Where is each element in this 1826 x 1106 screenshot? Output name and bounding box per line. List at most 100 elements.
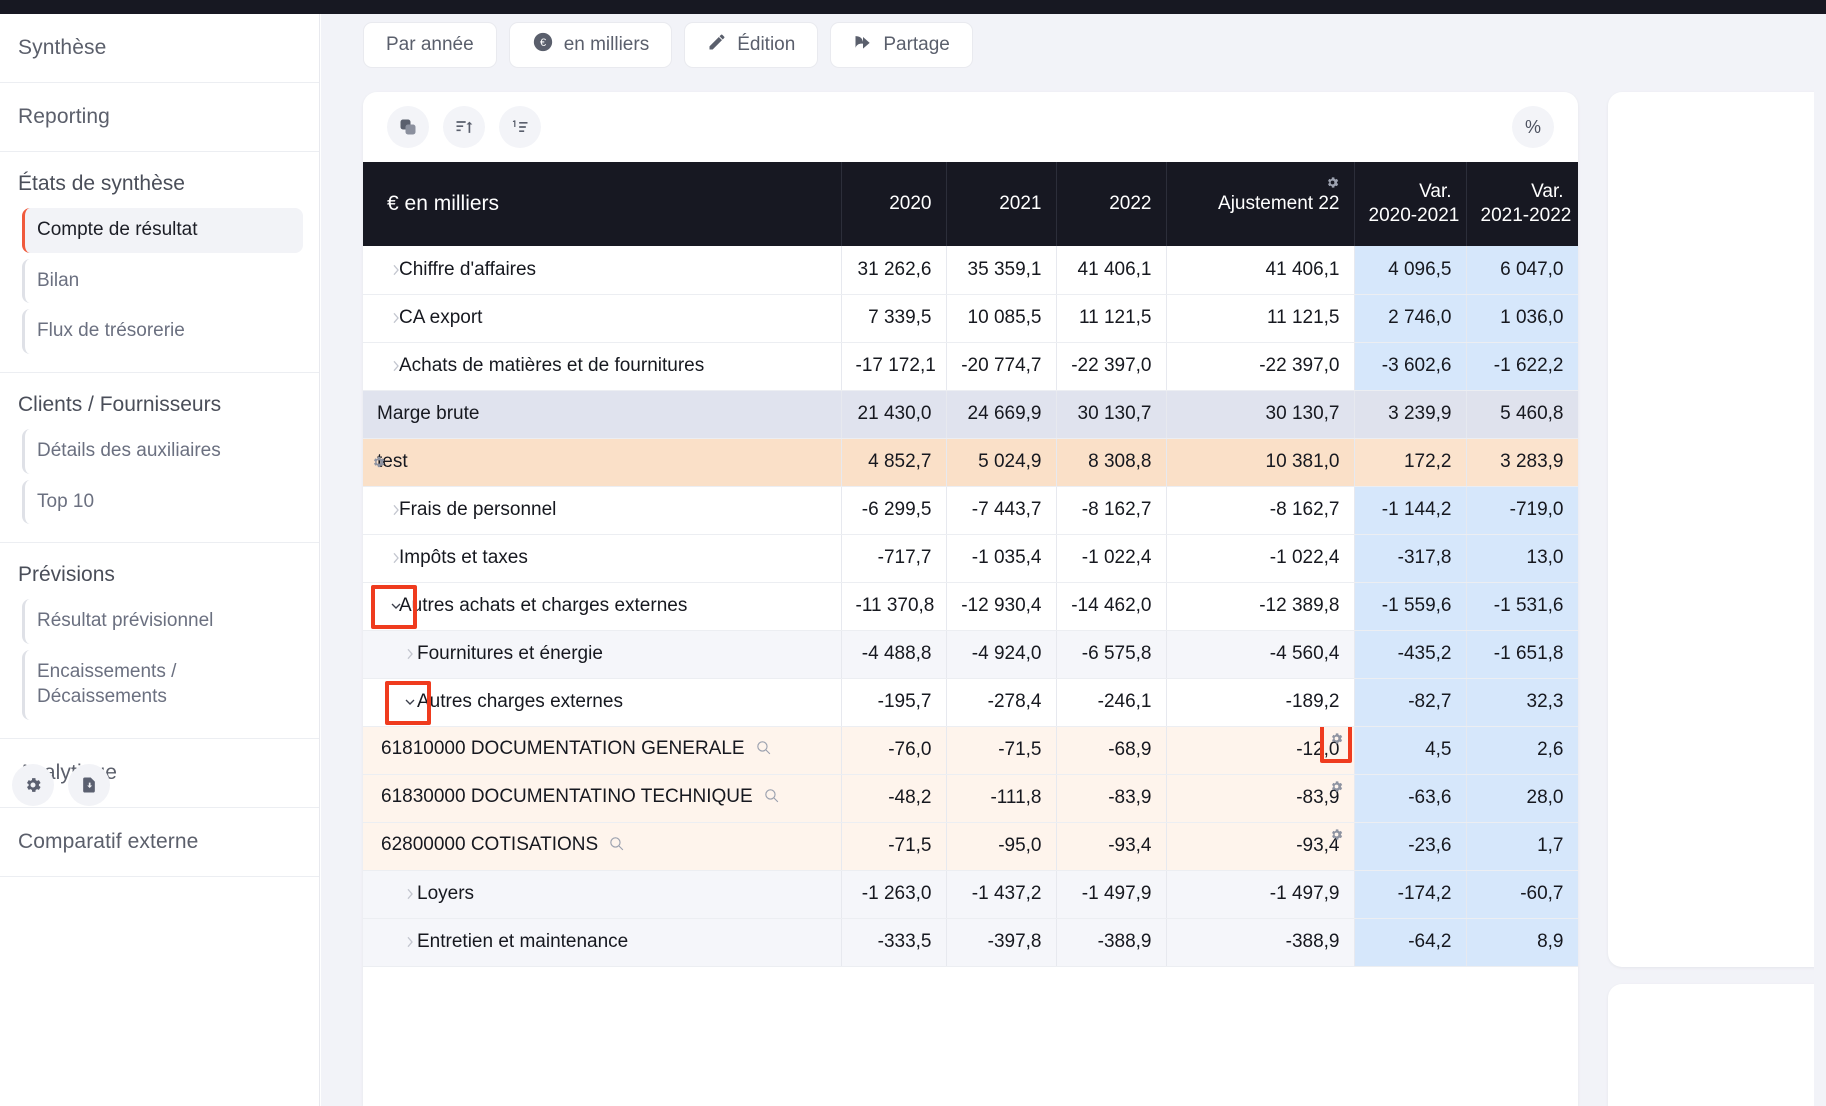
chevron-right-icon[interactable] — [385, 499, 407, 521]
cell-var2021[interactable]: 4,5 — [1354, 726, 1467, 775]
cell-var2022[interactable]: 13,0 — [1466, 534, 1578, 583]
file-download-icon[interactable] — [68, 764, 110, 806]
cell-y2021[interactable]: 5 024,9 — [946, 438, 1057, 487]
chevron-down-icon[interactable] — [399, 691, 421, 713]
cell-var2022[interactable]: -1 531,6 — [1466, 582, 1578, 631]
toolbar-button-partage[interactable]: Partage — [830, 22, 973, 68]
column-header-label[interactable]: € en milliers — [363, 162, 842, 246]
row-label-cell[interactable]: 62800000 COTISATIONS — [363, 822, 842, 871]
cell-y2020[interactable]: 4 852,7 — [841, 438, 947, 487]
cell-adj22[interactable]: -12,0 — [1166, 726, 1355, 775]
row-label-cell[interactable]: test — [363, 438, 842, 487]
sort-asc-icon[interactable] — [443, 106, 485, 148]
cell-adj22[interactable]: -93,4 — [1166, 822, 1355, 871]
sort-numeric-icon[interactable] — [499, 106, 541, 148]
table-row[interactable]: 61830000 DOCUMENTATINO TECHNIQUE -48,2 -11… — [363, 774, 1578, 823]
cell-var2022[interactable]: -719,0 — [1466, 486, 1578, 535]
cell-var2022[interactable]: 8,9 — [1466, 918, 1578, 967]
cell-adj22[interactable]: 11 121,5 — [1166, 294, 1355, 343]
cell-y2020[interactable]: -717,7 — [841, 534, 947, 583]
cell-y2022[interactable]: -1 022,4 — [1056, 534, 1167, 583]
cell-var2021[interactable]: -3 602,6 — [1354, 342, 1467, 391]
cell-y2022[interactable]: 8 308,8 — [1056, 438, 1167, 487]
chevron-right-icon[interactable] — [385, 259, 407, 281]
cell-var2021[interactable]: -23,6 — [1354, 822, 1467, 871]
cell-var2021[interactable]: 2 746,0 — [1354, 294, 1467, 343]
table-row[interactable]: Entretien et maintenance -333,5 -397,8 -388… — [363, 918, 1578, 967]
cell-var2021[interactable]: 172,2 — [1354, 438, 1467, 487]
cell-var2021[interactable]: 4 096,5 — [1354, 246, 1467, 295]
cell-adj22[interactable]: -1 497,9 — [1166, 870, 1355, 919]
table-row[interactable]: Marge brute 21 430,0 24 669,9 30 130,7 30 13… — [363, 390, 1578, 439]
cell-y2020[interactable]: 21 430,0 — [841, 390, 947, 439]
chevron-right-icon[interactable] — [385, 355, 407, 377]
gear-icon[interactable] — [1329, 778, 1344, 793]
cell-y2022[interactable]: -6 575,8 — [1056, 630, 1167, 679]
chevron-right-icon[interactable] — [399, 643, 421, 665]
toolbar-button-par-annee[interactable]: Par année — [363, 22, 497, 68]
cell-y2020[interactable]: -333,5 — [841, 918, 947, 967]
sidebar-group-title[interactable]: Reporting — [0, 83, 319, 151]
cell-adj22[interactable]: -1 022,4 — [1166, 534, 1355, 583]
row-label-cell[interactable]: 61810000 DOCUMENTATION GENERALE — [363, 726, 842, 775]
column-header-2021[interactable]: 2021 — [946, 162, 1057, 246]
cell-y2020[interactable]: -71,5 — [841, 822, 947, 871]
cell-var2021[interactable]: -82,7 — [1354, 678, 1467, 727]
row-label-cell[interactable]: Achats de matières et de fournitures — [363, 342, 842, 391]
cell-var2021[interactable]: -174,2 — [1354, 870, 1467, 919]
sidebar-item-bilan[interactable]: Bilan — [22, 258, 303, 304]
sidebar-item-flux-de-tr-sorerie[interactable]: Flux de trésorerie — [22, 309, 303, 355]
gear-icon[interactable] — [1329, 730, 1344, 745]
table-row[interactable]: test 4 852,7 5 024,9 8 308,8 10 381,0 172,2 3 … — [363, 438, 1578, 487]
cell-y2020[interactable]: 7 339,5 — [841, 294, 947, 343]
cell-var2021[interactable]: -64,2 — [1354, 918, 1467, 967]
cell-y2021[interactable]: -1 035,4 — [946, 534, 1057, 583]
cell-var2022[interactable]: 5 460,8 — [1466, 390, 1578, 439]
cell-var2022[interactable]: -1 622,2 — [1466, 342, 1578, 391]
sidebar-item-compte-de-r-sultat[interactable]: Compte de résultat — [22, 208, 303, 253]
column-header-2020[interactable]: 2020 — [841, 162, 947, 246]
row-label-cell[interactable]: Marge brute — [363, 390, 842, 439]
sidebar-item-top-10[interactable]: Top 10 — [22, 479, 303, 525]
row-label-cell[interactable]: Fournitures et énergie — [363, 630, 842, 679]
chevron-down-icon[interactable] — [385, 595, 407, 617]
table-row[interactable]: Autres charges externes -195,7 -278,4 -246,… — [363, 678, 1578, 727]
row-label-cell[interactable]: Loyers — [363, 870, 842, 919]
cell-y2021[interactable]: 35 359,1 — [946, 246, 1057, 295]
cell-y2022[interactable]: -14 462,0 — [1056, 582, 1167, 631]
search-icon[interactable] — [763, 788, 780, 809]
cell-y2021[interactable]: -278,4 — [946, 678, 1057, 727]
row-label-cell[interactable]: 61830000 DOCUMENTATINO TECHNIQUE — [363, 774, 842, 823]
cell-var2021[interactable]: -63,6 — [1354, 774, 1467, 823]
cell-adj22[interactable]: -4 560,4 — [1166, 630, 1355, 679]
cell-y2020[interactable]: -6 299,5 — [841, 486, 947, 535]
cell-adj22[interactable]: -8 162,7 — [1166, 486, 1355, 535]
cell-y2022[interactable]: -8 162,7 — [1056, 486, 1167, 535]
cell-y2021[interactable]: -1 437,2 — [946, 870, 1057, 919]
cell-var2021[interactable]: -1 144,2 — [1354, 486, 1467, 535]
row-label-cell[interactable]: Chiffre d'affaires — [363, 246, 842, 295]
table-row[interactable]: Fournitures et énergie -4 488,8 -4 924,0 -6… — [363, 630, 1578, 679]
table-row[interactable]: Loyers -1 263,0 -1 437,2 -1 497,9 -1 497,9 -1… — [363, 870, 1578, 919]
cell-y2022[interactable]: 41 406,1 — [1056, 246, 1167, 295]
chevron-right-icon[interactable] — [385, 307, 407, 329]
cell-y2022[interactable]: 30 130,7 — [1056, 390, 1167, 439]
percent-icon[interactable]: % — [1512, 106, 1554, 148]
cell-adj22[interactable]: 10 381,0 — [1166, 438, 1355, 487]
search-icon[interactable] — [608, 836, 625, 857]
row-label-cell[interactable]: Frais de personnel — [363, 486, 842, 535]
table-row[interactable]: Chiffre d'affaires 31 262,6 35 359,1 41 406… — [363, 246, 1578, 295]
cell-var2021[interactable]: 3 239,9 — [1354, 390, 1467, 439]
chevron-right-icon[interactable] — [399, 883, 421, 905]
cell-var2022[interactable]: 3 283,9 — [1466, 438, 1578, 487]
gear-icon[interactable] — [12, 764, 54, 806]
cell-y2021[interactable]: -20 774,7 — [946, 342, 1057, 391]
cell-y2022[interactable]: 11 121,5 — [1056, 294, 1167, 343]
toolbar-button-en-milliers[interactable]: € en milliers — [508, 22, 673, 68]
row-label-cell[interactable]: Autres achats et charges externes — [363, 582, 842, 631]
cell-var2021[interactable]: -435,2 — [1354, 630, 1467, 679]
cell-y2020[interactable]: -17 172,1 — [841, 342, 947, 391]
sidebar-item-encaissements-d-caissements[interactable]: Encaissements / Décaissements — [22, 650, 303, 720]
cell-y2021[interactable]: -12 930,4 — [946, 582, 1057, 631]
row-label-cell[interactable]: Impôts et taxes — [363, 534, 842, 583]
